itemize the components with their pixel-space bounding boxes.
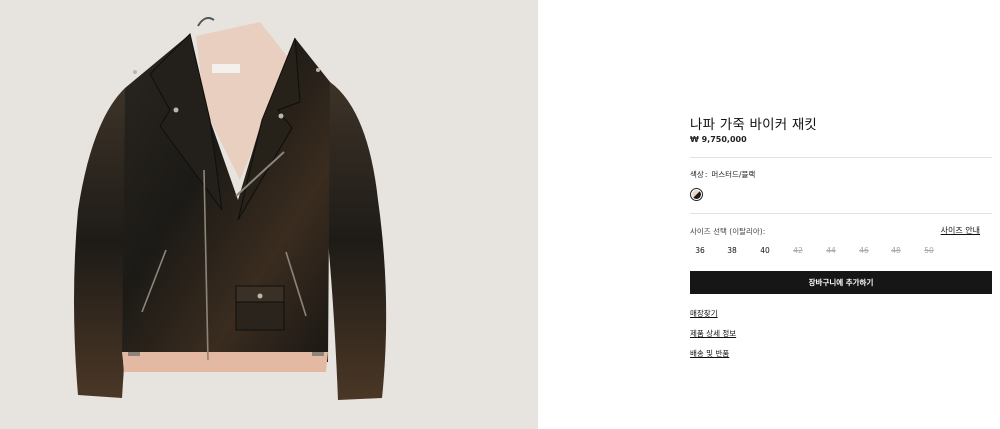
shipping-returns-link[interactable]: 배송 및 반품 <box>690 348 729 359</box>
product-info-panel: 나파 가죽 바이커 재킷 ₩ 9,750,000 색상: 머스터드/블랙 사이즈 … <box>690 0 992 429</box>
size-option-42[interactable]: 42 <box>788 246 808 255</box>
size-select-label: 사이즈 선택 (이탈리아): <box>690 227 766 236</box>
size-guide-link[interactable]: 사이즈 안내 <box>941 225 980 236</box>
size-option-36[interactable]: 36 <box>690 246 710 255</box>
product-details-link[interactable]: 제품 상세 정보 <box>690 328 736 339</box>
size-option-46[interactable]: 46 <box>854 246 874 255</box>
color-swatch-mustard-black[interactable] <box>690 188 703 201</box>
leather-jacket-illustration <box>74 17 387 400</box>
color-label: 색상 <box>690 170 704 179</box>
store-locator-link[interactable]: 매장찾기 <box>690 308 718 319</box>
add-to-cart-button[interactable]: 장바구니에 추가하기 <box>690 271 992 294</box>
divider <box>690 213 992 214</box>
size-options: 36 38 40 42 44 46 48 50 <box>690 246 950 258</box>
product-title: 나파 가죽 바이커 재킷 <box>690 117 818 133</box>
size-option-38[interactable]: 38 <box>722 246 742 255</box>
size-option-44[interactable]: 44 <box>821 246 841 255</box>
size-option-48[interactable]: 48 <box>886 246 906 255</box>
color-value: 머스터드/블랙 <box>711 170 756 179</box>
color-selection: 색상: 머스터드/블랙 <box>690 169 755 180</box>
size-option-50[interactable]: 50 <box>919 246 939 255</box>
color-separator: : <box>704 170 708 179</box>
size-option-40[interactable]: 40 <box>755 246 775 255</box>
product-image <box>0 0 538 429</box>
product-price: ₩ 9,750,000 <box>690 135 747 144</box>
divider <box>690 157 992 158</box>
color-swatch-fill <box>692 190 701 199</box>
